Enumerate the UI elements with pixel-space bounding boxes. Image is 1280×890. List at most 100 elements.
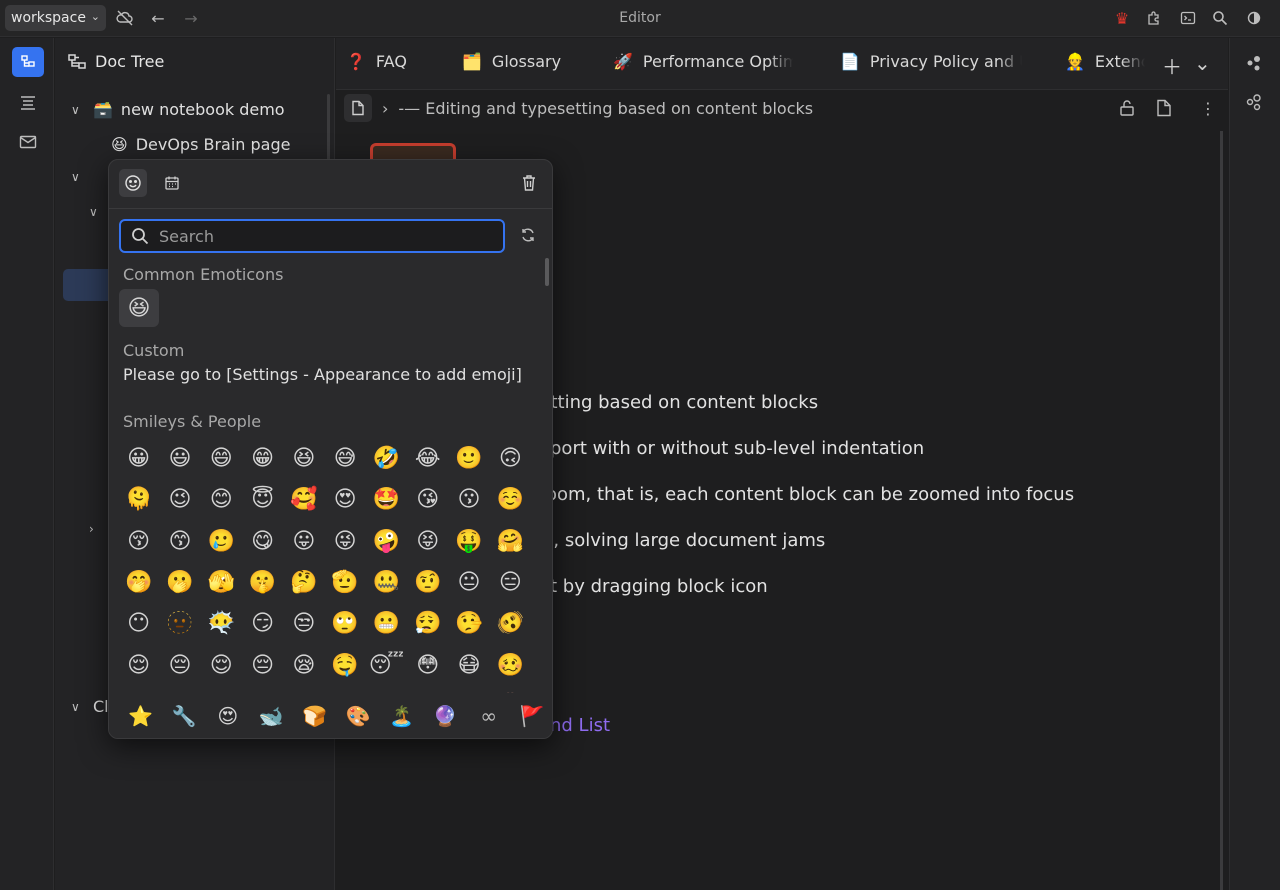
emoji-category-icon[interactable]: 🍞 <box>293 704 337 728</box>
emoji-item[interactable]: 🤤 <box>324 644 365 685</box>
emoji-category-icon[interactable]: 🔧 <box>163 704 207 728</box>
lock-open-icon[interactable] <box>1118 99 1136 121</box>
back-arrow-icon[interactable]: ← <box>148 8 168 28</box>
emoji-category-icon[interactable]: 🎨 <box>337 704 381 728</box>
emoji-item[interactable]: 🥰 <box>283 479 324 520</box>
emoji-item[interactable]: 😏 <box>242 603 283 644</box>
emoji-item[interactable]: 😂 <box>407 438 448 479</box>
emoji-item[interactable]: 🤨 <box>407 562 448 603</box>
emoji-item[interactable]: 🫣 <box>201 562 242 603</box>
emoji-item[interactable]: 🫠 <box>118 479 159 520</box>
emoji-item[interactable]: 😷 <box>448 644 489 685</box>
emoji-category-icon[interactable]: 😍 <box>206 704 250 728</box>
search-input[interactable] <box>159 226 479 246</box>
emoji-category-icon[interactable]: ⭐ <box>119 704 163 728</box>
emoji-item[interactable]: 🤑 <box>448 521 489 562</box>
emoji-item[interactable]: 😶‍🌫️ <box>201 603 242 644</box>
tab-faq[interactable]: ❓ FAQ <box>346 52 407 71</box>
emoji-item[interactable]: 🤐 <box>366 562 407 603</box>
emoji-item[interactable]: 😳 <box>407 644 448 685</box>
emoji-item[interactable]: 😛 <box>283 521 324 562</box>
emoji-item[interactable]: 🙂 <box>448 438 489 479</box>
emoji-item[interactable]: 😬 <box>366 603 407 644</box>
puzzle-icon[interactable] <box>1144 8 1164 28</box>
emoji-item[interactable]: 😆 <box>283 438 324 479</box>
emoji-item[interactable]: 😪 <box>283 644 324 685</box>
chevron-right-icon[interactable]: › <box>89 522 103 536</box>
emoji-item[interactable]: 😴 <box>366 644 407 685</box>
scrollbar[interactable] <box>1220 131 1223 890</box>
search-icon[interactable] <box>1210 8 1230 28</box>
recent-emoji[interactable]: 😆 <box>119 289 159 327</box>
emoji-item[interactable]: 😋 <box>242 521 283 562</box>
emoji-item[interactable]: 😶 <box>118 603 159 644</box>
doc-tree-dock-icon[interactable] <box>12 47 44 77</box>
theme-toggle-icon[interactable] <box>1244 8 1264 28</box>
cloud-off-icon[interactable] <box>115 8 135 28</box>
emoji-item[interactable]: 😙 <box>159 521 200 562</box>
tab-privacy[interactable]: 📄 Privacy Policy and U <box>840 52 1022 71</box>
emoji-item[interactable]: 🫥 <box>159 603 200 644</box>
emoji-item[interactable]: 🤫 <box>242 562 283 603</box>
trash-icon[interactable] <box>515 169 543 197</box>
emoji-category-icon[interactable]: 🏝️ <box>380 704 424 728</box>
emoji-category-icon[interactable]: 🚩 <box>511 704 553 728</box>
tree-item-collapsed[interactable]: ∨ <box>89 205 103 219</box>
emoji-item[interactable]: 😇 <box>242 479 283 520</box>
emoji-item[interactable]: 😗 <box>448 479 489 520</box>
emoji-category-icon[interactable]: 🔮 <box>424 704 468 728</box>
emoji-item[interactable]: 😃 <box>159 438 200 479</box>
emoji-category-icon[interactable]: 🐋 <box>250 704 294 728</box>
tree-item-notebook[interactable]: ∨ 🗃️ new notebook demo <box>71 100 285 119</box>
emoji-item[interactable]: 🥴 <box>490 644 531 685</box>
emoji-item[interactable]: 😀 <box>118 438 159 479</box>
emoji-item[interactable]: 😔 <box>242 644 283 685</box>
emoji-item[interactable]: 😔 <box>159 644 200 685</box>
breadcrumb-label[interactable]: -— Editing and typesetting based on cont… <box>398 99 813 118</box>
emoji-item[interactable]: ☺️ <box>490 479 531 520</box>
emoji-item[interactable]: 🙄 <box>324 603 365 644</box>
global-graph-icon[interactable] <box>1245 93 1263 115</box>
tab-list-chevron-icon[interactable]: ⌄ <box>1194 51 1211 75</box>
emoji-item[interactable]: 😒 <box>283 603 324 644</box>
emoji-item[interactable]: 🫡 <box>324 562 365 603</box>
calendar-tab-icon[interactable] <box>158 169 186 197</box>
terminal-icon[interactable] <box>1178 8 1198 28</box>
tree-item-devops[interactable]: 😆 DevOps Brain page <box>111 135 290 154</box>
emoji-item[interactable]: 😌 <box>201 644 242 685</box>
tree-item-collapsed[interactable]: › <box>89 522 103 536</box>
emoji-item[interactable]: 😉 <box>159 479 200 520</box>
chevron-down-icon[interactable]: ∨ <box>89 205 103 219</box>
tab-extend[interactable]: 👷 Extenc <box>1065 52 1145 71</box>
workspace-switcher[interactable]: workspace ⌄ <box>5 5 106 31</box>
random-emoji-icon[interactable] <box>520 227 536 247</box>
emoji-item[interactable]: 🤔 <box>283 562 324 603</box>
add-tab-icon[interactable]: ＋ <box>1162 51 1182 80</box>
document-icon[interactable] <box>344 94 372 122</box>
emoji-item[interactable]: 😝 <box>407 521 448 562</box>
forward-arrow-icon[interactable]: → <box>181 8 201 28</box>
graph-view-icon[interactable] <box>1245 54 1263 76</box>
more-icon[interactable]: ⋮ <box>1200 99 1216 118</box>
inbox-dock-icon[interactable] <box>12 127 44 157</box>
emoji-item[interactable]: 😮‍💨 <box>407 603 448 644</box>
tree-item-collapsed[interactable]: ∨ <box>71 170 85 184</box>
emoji-category-icon[interactable]: ∞ <box>467 704 511 728</box>
emoji-item[interactable]: 😅 <box>324 438 365 479</box>
crown-icon[interactable]: ♛ <box>1112 8 1132 28</box>
scrollbar[interactable] <box>545 258 549 286</box>
emoji-item[interactable]: 🤥 <box>448 603 489 644</box>
emoji-item[interactable]: 🤩 <box>366 479 407 520</box>
emoji-item[interactable]: 🙃 <box>490 438 531 479</box>
emoji-item[interactable]: 🥲 <box>201 521 242 562</box>
emoji-item[interactable]: 🤗 <box>490 521 531 562</box>
outline-dock-icon[interactable] <box>12 88 44 118</box>
emoji-item[interactable]: 🫨 <box>490 603 531 644</box>
block-reference-link[interactable]: nd List <box>550 715 610 736</box>
emoji-item[interactable]: 😑 <box>490 562 531 603</box>
emoji-search-field[interactable] <box>119 219 505 253</box>
emoji-item[interactable]: 😘 <box>407 479 448 520</box>
chevron-down-icon[interactable]: ∨ <box>71 103 85 117</box>
emoji-item[interactable]: 😊 <box>201 479 242 520</box>
emoji-item[interactable]: 😌 <box>118 644 159 685</box>
